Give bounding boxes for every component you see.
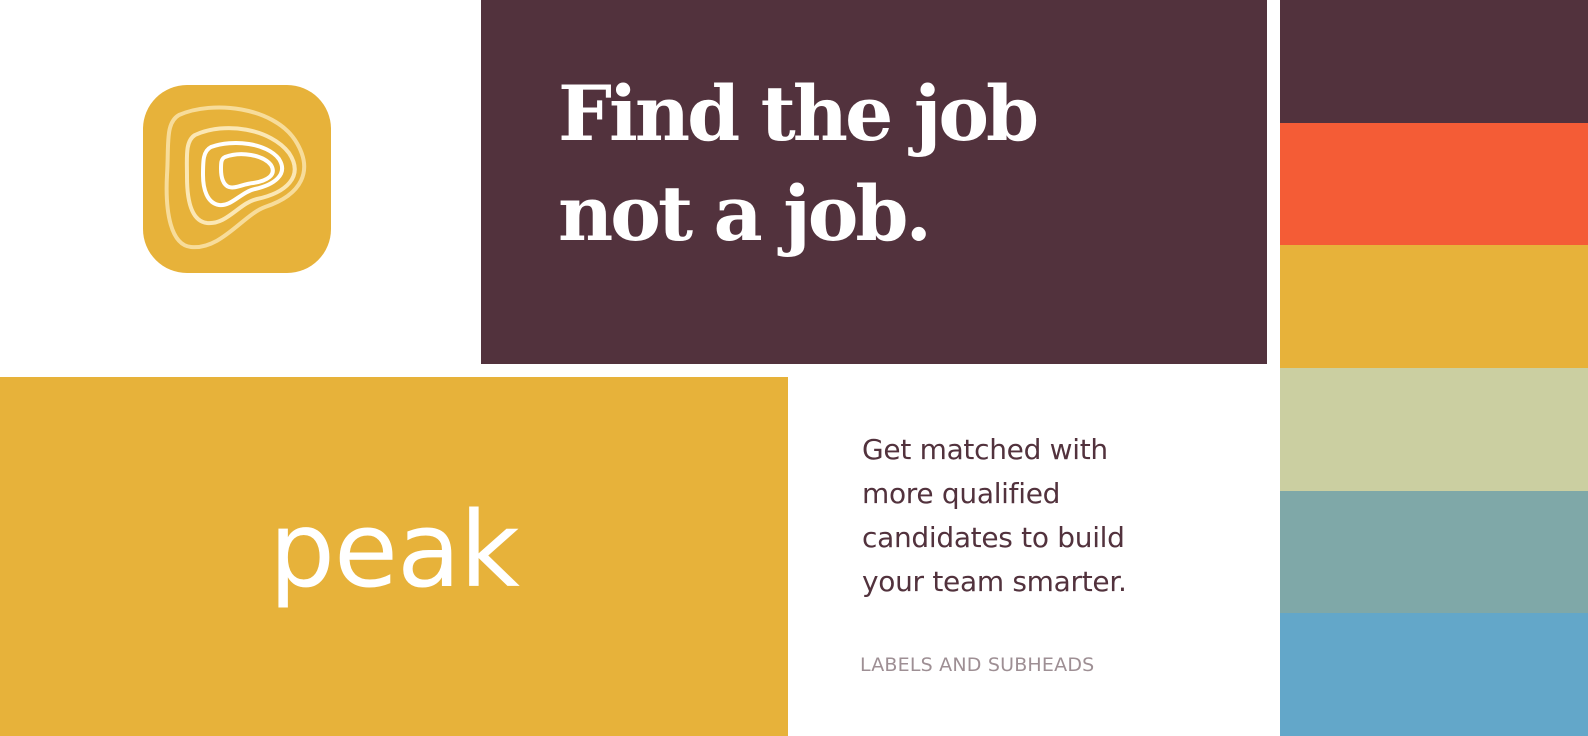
color-palette [1280,0,1588,736]
tagline-line-4: your team smarter. [862,565,1127,598]
swatch-teal [1280,490,1588,614]
peak-logo-wordmark: peak [269,489,520,611]
tagline: Get matched with more qualified candidat… [862,428,1127,604]
swatch-mustard [1280,245,1588,369]
headline-line-2: not a job. [558,169,932,258]
tagline-line-1: Get matched with [862,433,1108,466]
headline: Find the job not a job. [558,64,1039,264]
logo-panel: peak [0,377,788,736]
swatch-plum [1280,0,1588,123]
app-icon-tile [143,85,331,273]
headline-panel: Find the job not a job. [481,0,1267,364]
swatch-sage [1280,368,1588,491]
subhead-label: LABELS AND SUBHEADS [860,654,1095,676]
tagline-line-2: more qualified [862,477,1061,510]
swatch-sky [1280,613,1588,736]
swatch-orange [1280,122,1588,246]
headline-line-1: Find the job [558,69,1039,158]
contour-topography-icon [143,85,331,273]
tagline-line-3: candidates to build [862,521,1125,554]
